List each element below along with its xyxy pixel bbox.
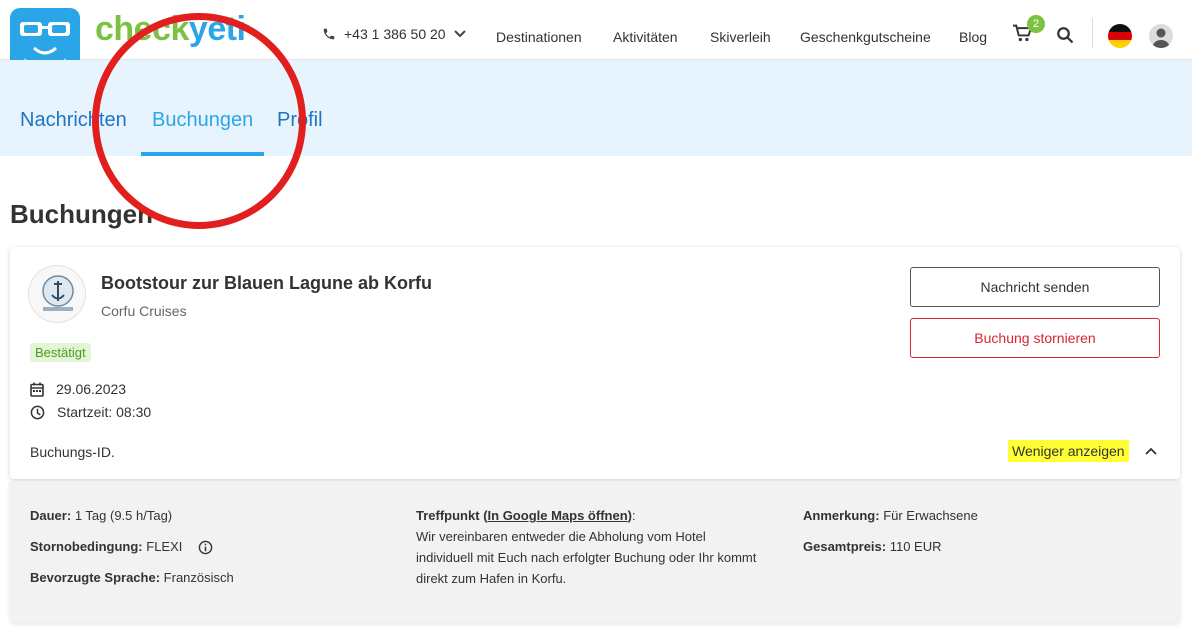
note-label: Anmerkung: (803, 508, 880, 523)
phone-dropdown[interactable]: +43 1 386 50 20 (322, 26, 474, 42)
meeting-description: Wir vereinbaren entweder die Abholung vo… (416, 529, 757, 586)
phone-number: +43 1 386 50 20 (344, 26, 446, 42)
active-tab-underline (141, 152, 264, 156)
note-row: Anmerkung: Für Erwachsene (803, 505, 978, 526)
price-label: Gesamtpreis: (803, 539, 887, 554)
tour-provider: Corfu Cruises (101, 303, 187, 319)
language-row: Bevorzugte Sprache: Französisch (30, 567, 234, 588)
booking-id-label: Buchungs-ID. (30, 444, 115, 460)
send-message-button[interactable]: Nachricht senden (910, 267, 1160, 307)
booking-details-panel: Dauer: 1 Tag (9.5 h/Tag) Stornobedingung… (10, 481, 1180, 623)
status-badge: Bestätigt (30, 343, 91, 362)
booking-card: Bootstour zur Blauen Lagune ab Korfu Cor… (10, 247, 1180, 479)
booking-start-time: Startzeit: 08:30 (57, 404, 152, 420)
note-value: Für Erwachsene (883, 508, 978, 523)
tour-title[interactable]: Bootstour zur Blauen Lagune ab Korfu (101, 273, 432, 294)
user-avatar-icon[interactable] (1149, 24, 1173, 48)
calendar-icon (30, 382, 44, 397)
brand-wordmark-part2: yeti (188, 10, 246, 48)
language-value: Französisch (163, 570, 234, 585)
account-tabs (0, 60, 1192, 156)
chevron-down-icon (453, 30, 466, 38)
brand-wordmark[interactable]: checkyeti (95, 10, 246, 49)
booking-date: 29.06.2023 (56, 381, 127, 397)
cancel-booking-button[interactable]: Buchung stornieren (910, 318, 1160, 358)
germany-flag-icon[interactable] (1108, 24, 1132, 48)
tab-profile[interactable]: Profil (277, 109, 323, 132)
cancellation-row: Stornobedingung: FLEXI (30, 536, 213, 557)
nav-ski-rental[interactable]: Skiverleih (710, 29, 771, 45)
nav-blog[interactable]: Blog (959, 29, 987, 45)
meeting-point-block: Treffpunkt (In Google Maps öffnen): Wir … (416, 505, 766, 589)
google-maps-link[interactable]: In Google Maps öffnen (488, 508, 628, 523)
nav-destinations[interactable]: Destinationen (496, 29, 582, 45)
booking-time-row: Startzeit: 08:30 (30, 404, 151, 420)
language-label: Bevorzugte Sprache: (30, 570, 161, 585)
price-row: Gesamtpreis: 110 EUR (803, 536, 942, 557)
nav-gift-vouchers[interactable]: Geschenkgutscheine (800, 29, 931, 45)
tab-bookings[interactable]: Buchungen (152, 109, 253, 132)
provider-logo-icon (28, 265, 86, 323)
phone-icon (323, 28, 335, 40)
search-icon[interactable] (1056, 26, 1074, 49)
tab-messages[interactable]: Nachrichten (20, 109, 127, 132)
price-value: 110 EUR (889, 539, 942, 554)
chevron-up-icon[interactable] (1145, 447, 1157, 455)
page-title: Buchungen (10, 199, 153, 229)
cart-count-badge: 2 (1027, 15, 1045, 33)
brand-wordmark-part1: check (95, 10, 189, 48)
meeting-label: Treffpunkt (416, 508, 480, 523)
site-header: checkyeti +43 1 386 50 20 Destinationen … (0, 0, 1192, 78)
duration-value: 1 Tag (9.5 h/Tag) (74, 508, 173, 523)
cancellation-label: Stornobedingung: (30, 539, 143, 554)
show-less-link[interactable]: Weniger anzeigen (1008, 440, 1129, 462)
duration-label: Dauer: (30, 508, 72, 523)
nav-activities[interactable]: Aktivitäten (613, 29, 678, 45)
cancellation-value: FLEXI (146, 539, 183, 554)
clock-icon (30, 405, 45, 419)
header-divider (1092, 18, 1093, 48)
duration-row: Dauer: 1 Tag (9.5 h/Tag) (30, 505, 172, 526)
booking-date-row: 29.06.2023 (30, 381, 126, 397)
info-icon[interactable] (198, 540, 213, 555)
